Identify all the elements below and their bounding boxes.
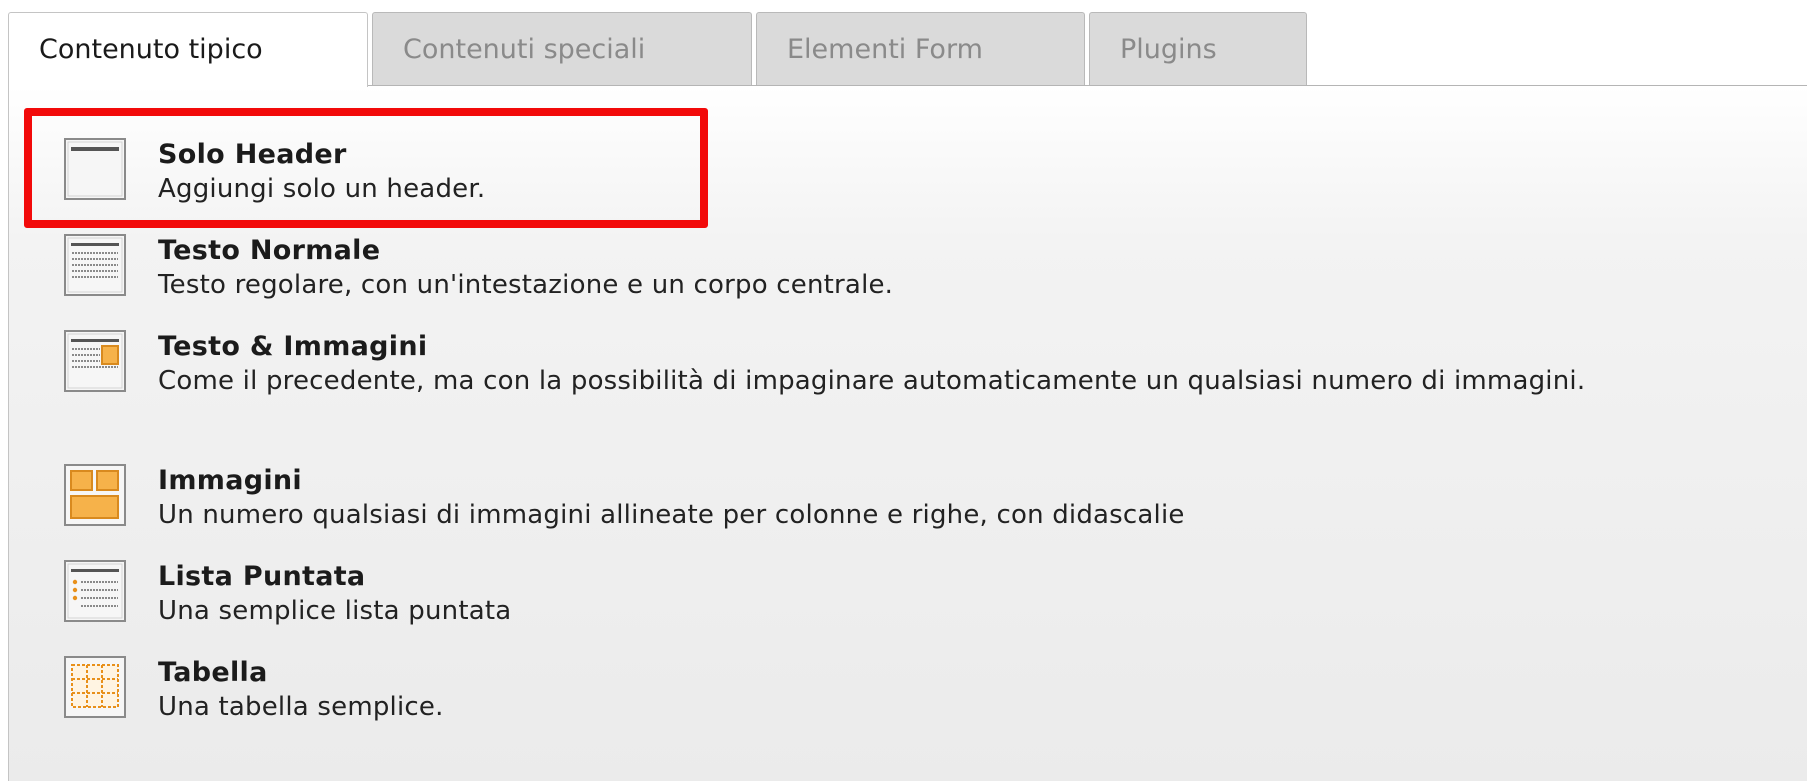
content-type-tabella[interactable]: Tabella Una tabella semplice. bbox=[64, 656, 1764, 736]
tab-label: Contenuti speciali bbox=[403, 34, 646, 65]
content-type-solo-header[interactable]: Solo Header Aggiungi solo un header. bbox=[64, 138, 1764, 218]
item-description: Aggiungi solo un header. bbox=[158, 174, 486, 204]
item-title: Immagini bbox=[158, 465, 302, 496]
content-type-testo-normale[interactable]: Testo Normale Testo regolare, con un'int… bbox=[64, 234, 1764, 314]
tab-label: Contenuto tipico bbox=[39, 34, 263, 65]
tab-label: Elementi Form bbox=[787, 34, 983, 65]
content-type-lista-puntata[interactable]: Lista Puntata Una semplice lista puntata bbox=[64, 560, 1764, 640]
text-images-icon bbox=[64, 330, 126, 392]
tab-elementi-form[interactable]: Elementi Form bbox=[756, 12, 1085, 85]
images-icon bbox=[64, 464, 126, 526]
item-title: Testo Normale bbox=[158, 235, 381, 266]
content-type-immagini[interactable]: Immagini Un numero qualsiasi di immagini… bbox=[64, 464, 1764, 544]
item-description: Testo regolare, con un'intestazione e un… bbox=[158, 270, 894, 300]
content-type-testo-immagini[interactable]: Testo & Immagini Come il precedente, ma … bbox=[64, 330, 1764, 448]
tab-plugins[interactable]: Plugins bbox=[1089, 12, 1307, 85]
tab-bar: Contenuto tipico Contenuti speciali Elem… bbox=[0, 0, 1807, 87]
tab-panel-contenuto-tipico: Solo Header Aggiungi solo un header. Tes… bbox=[8, 86, 1807, 781]
tab-contenuti-speciali[interactable]: Contenuti speciali bbox=[372, 12, 752, 85]
text-icon bbox=[64, 234, 126, 296]
table-icon bbox=[64, 656, 126, 718]
tab-label: Plugins bbox=[1120, 34, 1217, 65]
tab-contenuto-tipico[interactable]: Contenuto tipico bbox=[8, 12, 368, 87]
item-title: Testo & Immagini bbox=[158, 331, 428, 362]
tab-divider bbox=[367, 85, 1807, 86]
item-description: Un numero qualsiasi di immagini allineat… bbox=[158, 500, 1185, 530]
item-title: Solo Header bbox=[158, 139, 347, 170]
item-description: Come il precedente, ma con la possibilit… bbox=[158, 366, 1586, 396]
item-description: Una tabella semplice. bbox=[158, 692, 444, 722]
bullet-list-icon bbox=[64, 560, 126, 622]
item-title: Lista Puntata bbox=[158, 561, 366, 592]
new-content-wizard: Contenuto tipico Contenuti speciali Elem… bbox=[0, 0, 1807, 781]
item-description: Una semplice lista puntata bbox=[158, 596, 512, 626]
header-only-icon bbox=[64, 138, 126, 200]
item-title: Tabella bbox=[158, 657, 268, 688]
